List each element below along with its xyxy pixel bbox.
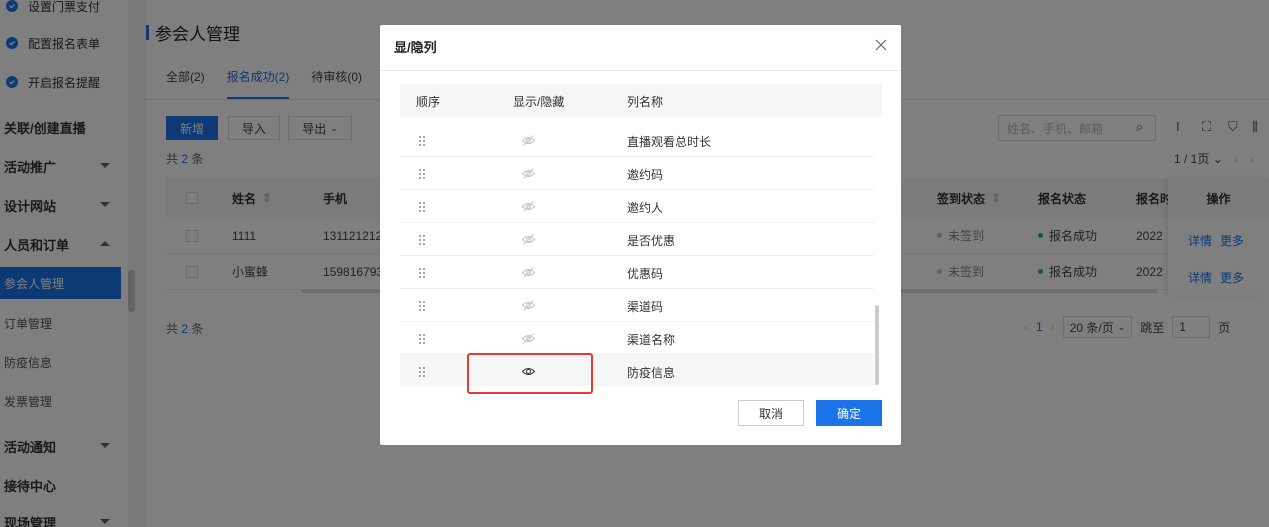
column-list-row[interactable]: 渠道码	[400, 289, 874, 322]
column-list-row[interactable]: 是否优惠	[400, 223, 874, 256]
dialog-title: 显/隐列	[394, 40, 437, 55]
eye-off-icon[interactable]	[521, 134, 536, 147]
drag-handle-icon[interactable]	[418, 267, 426, 279]
eye-off-icon[interactable]	[521, 332, 536, 345]
eye-off-icon[interactable]	[521, 200, 536, 213]
drag-handle-icon[interactable]	[418, 135, 426, 147]
column-name: 渠道名称	[627, 333, 676, 347]
dialog-table-header: 顺序 显示/隐藏 列名称	[400, 84, 882, 117]
column-name: 渠道码	[627, 300, 664, 314]
column-name: 邀约人	[627, 201, 664, 215]
confirm-button[interactable]: 确定	[816, 400, 882, 426]
column-name: 邀约码	[627, 168, 664, 182]
column-name: 直播观看总时长	[627, 135, 712, 149]
header-column-name: 列名称	[627, 95, 664, 109]
column-list: 直播观看总时长 邀约码邀约人是否优惠优惠码渠道码渠道名称防疫信息	[400, 126, 882, 386]
close-icon[interactable]	[875, 39, 887, 51]
eye-off-icon[interactable]	[521, 299, 536, 312]
header-order: 顺序	[416, 95, 441, 109]
drag-handle-icon[interactable]	[418, 366, 426, 378]
drag-handle-icon[interactable]	[418, 168, 426, 180]
column-list-row[interactable]: 邀约人	[400, 190, 874, 223]
header-visibility: 显示/隐藏	[513, 95, 565, 109]
column-list-row[interactable]: 直播观看总时长	[400, 126, 874, 157]
cancel-button[interactable]: 取消	[738, 400, 804, 426]
drag-handle-icon[interactable]	[418, 234, 426, 246]
drag-handle-icon[interactable]	[418, 333, 426, 345]
eye-off-icon[interactable]	[521, 233, 536, 246]
column-visibility-dialog: 显/隐列 顺序 显示/隐藏 列名称 直播观看总时长 邀约码邀约人是否优惠优惠码渠道…	[380, 25, 901, 445]
column-name: 优惠码	[627, 267, 664, 281]
column-list-row[interactable]: 优惠码	[400, 256, 874, 289]
drag-handle-icon[interactable]	[418, 201, 426, 213]
column-name: 防疫信息	[627, 366, 676, 380]
eye-off-icon[interactable]	[521, 266, 536, 279]
column-list-row[interactable]: 渠道名称	[400, 322, 874, 355]
eye-off-icon[interactable]	[521, 167, 536, 180]
dialog-divider	[380, 70, 901, 71]
drag-handle-icon[interactable]	[418, 300, 426, 312]
column-name: 是否优惠	[627, 234, 676, 248]
column-list-row[interactable]: 邀约码	[400, 157, 874, 190]
highlight-box	[467, 353, 593, 394]
dialog-scrollbar[interactable]	[875, 305, 879, 385]
